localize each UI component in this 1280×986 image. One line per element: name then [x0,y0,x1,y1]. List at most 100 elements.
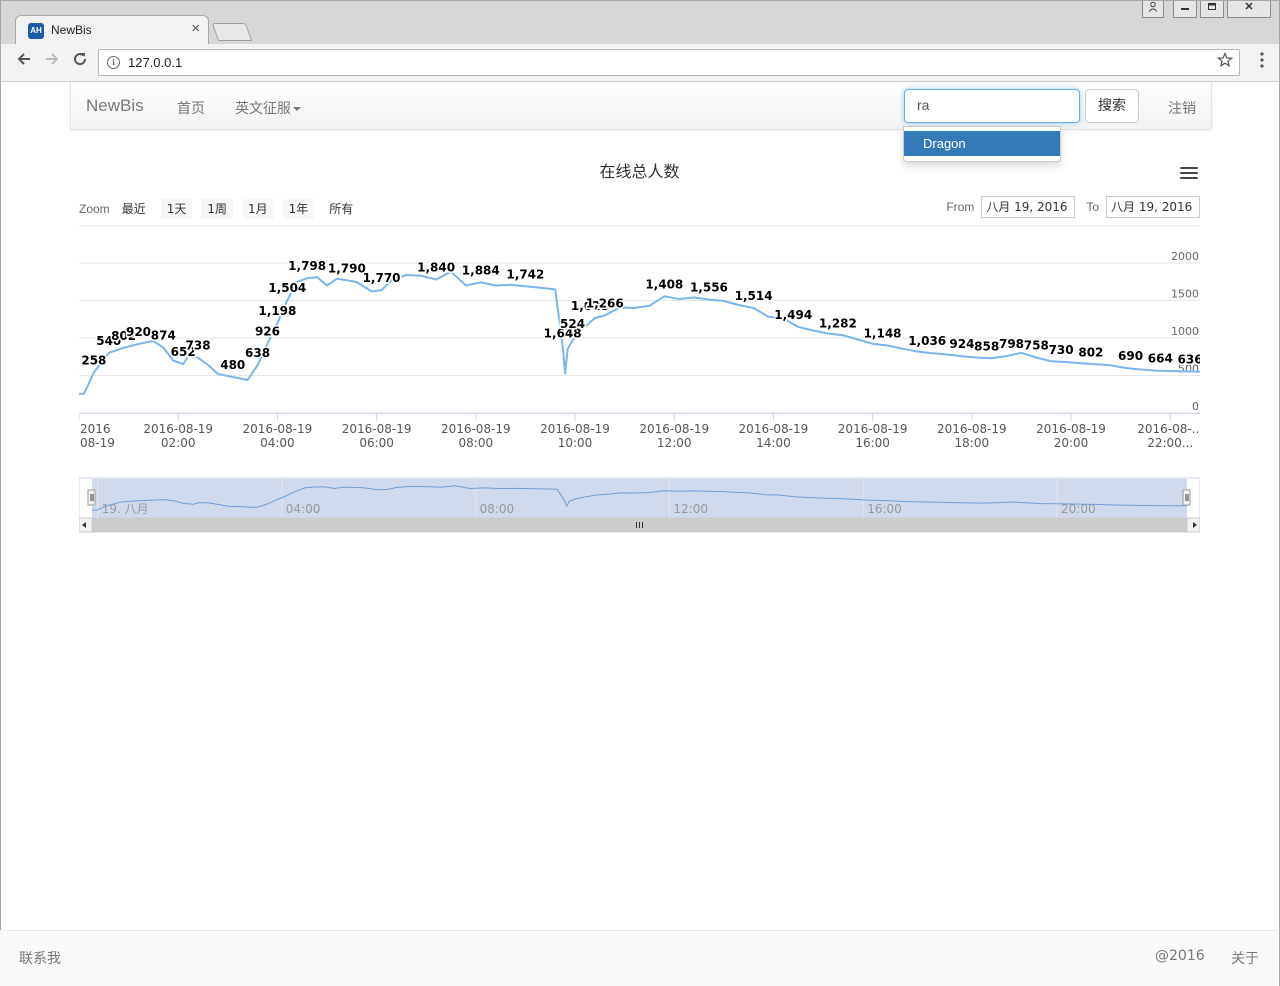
x-tick-label: 02:00 [161,436,196,450]
x-tick-label: 10:00 [558,436,593,450]
new-tab-button[interactable] [211,23,253,41]
data-label: 920 [126,325,151,339]
search-input[interactable]: ra [904,89,1080,123]
x-tick-label: 04:00 [260,436,295,450]
favicon-icon: AH [28,23,44,39]
navigator-label: 16:00 [867,502,902,516]
zoom-button-recent[interactable]: 最近 [115,199,152,219]
data-label: 730 [1049,343,1074,357]
footer-about-link[interactable]: 关于 [1231,948,1259,968]
user-profile-icon[interactable] [1142,1,1164,18]
browser-tab-strip: AH NewBis × [0,0,1280,45]
window-controls [1142,1,1271,18]
window-close-icon[interactable] [1227,1,1271,18]
x-tick-label: 2016-08-19 [1036,422,1106,436]
data-label: 1,504 [268,281,306,295]
data-label: 1,556 [690,280,728,294]
x-tick-label: 20:00 [1054,436,1089,450]
autocomplete-item[interactable]: Dragon [904,131,1060,156]
x-tick-label: 2016-08-19 [342,422,412,436]
to-label: To [1086,200,1099,214]
data-label: 798 [999,337,1024,351]
navigator-label: 12:00 [673,502,708,516]
data-label: 1,798 [288,259,326,273]
zoom-button-all[interactable]: 所有 [323,199,360,219]
info-icon[interactable]: i [107,56,120,69]
browser-toolbar: i 127.0.0.1 [0,44,1280,82]
minimize-icon[interactable] [1173,1,1197,18]
data-label: 1,514 [735,289,773,303]
x-tick-label: 2016-08-19 [441,422,511,436]
x-tick-label: 08-19 [80,436,115,450]
data-label: 758 [1024,339,1049,353]
y-tick-label: 0 [1192,400,1199,413]
nav-english-label: 英文征服 [235,101,291,117]
line-chart[interactable]: 0500100015002000201608-192016-08-1902:00… [79,225,1200,540]
data-label: 480 [220,358,245,372]
navigator-label: 19. 八月 [102,502,149,516]
search-button[interactable]: 搜索 [1085,89,1139,123]
data-label: 1,148 [864,327,902,341]
data-label: 1,036 [908,334,946,348]
x-tick-label: 06:00 [359,436,394,450]
x-tick-label: 12:00 [657,436,692,450]
zoom-label: Zoom [79,202,110,216]
zoom-button-1w[interactable]: 1周 [201,199,233,219]
x-tick-label: 14:00 [756,436,791,450]
x-tick-label: 08:00 [459,436,494,450]
data-label: 1,266 [586,297,624,311]
zoom-button-1y[interactable]: 1年 [282,199,315,219]
restore-icon[interactable] [1200,1,1224,18]
nav-home[interactable]: 首页 [177,98,205,118]
data-label: 1,790 [328,261,366,275]
data-label: 1,770 [363,271,401,285]
y-tick-label: 2000 [1171,250,1199,263]
data-label: 690 [1118,349,1143,363]
zoom-button-1d[interactable]: 1天 [160,199,193,219]
from-date-input[interactable]: 八月 19, 2016 [981,196,1076,218]
y-tick-label: 1500 [1171,288,1199,301]
to-date-input[interactable]: 八月 19, 2016 [1106,196,1200,218]
page-footer: 联系我 @2016 关于 [0,930,1278,986]
navigator-selection [92,479,1187,518]
data-label: 1,198 [258,304,296,318]
x-tick-label: 2016-08-19 [838,422,908,436]
forward-icon[interactable] [41,50,63,72]
data-label: 738 [186,339,211,353]
brand-logo[interactable]: NewBis [86,96,144,116]
data-label: 924 [949,337,974,351]
reload-icon[interactable] [69,50,91,72]
data-label: 664 [1148,352,1173,366]
data-label: 524 [560,317,585,331]
navigator-label: 04:00 [286,502,321,516]
browser-menu-icon[interactable] [1259,52,1265,68]
data-label: 1,884 [462,263,500,277]
url-text[interactable]: 127.0.0.1 [128,55,182,70]
data-label: 858 [974,339,999,353]
back-icon[interactable] [13,50,35,72]
x-tick-label: 2016-08-... [1137,422,1200,436]
tab-close-icon[interactable]: × [191,20,200,37]
browser-tab[interactable]: AH NewBis × [15,15,209,45]
data-label: 1,742 [506,267,544,281]
x-tick-label: 2016-08-19 [540,422,610,436]
x-tick-label: 2016-08-19 [143,422,213,436]
data-label: 874 [151,328,176,342]
data-label: 636 [1178,352,1200,366]
x-tick-label: 2016-08-19 [639,422,709,436]
footer-contact-link[interactable]: 联系我 [19,948,61,968]
logout-link[interactable]: 注销 [1168,98,1196,118]
x-tick-label: 2016-08-19 [937,422,1007,436]
data-label: 1,282 [819,316,857,330]
data-label: 1,840 [417,261,455,275]
chart-menu-icon[interactable] [1180,167,1198,181]
nav-english-dropdown[interactable]: 英文征服 [235,98,301,118]
address-bar[interactable]: i 127.0.0.1 [98,49,1240,76]
bookmark-star-icon[interactable] [1216,51,1234,72]
zoom-selector: Zoom 最近 1天 1周 1月 1年 所有 [79,198,368,220]
x-tick-label: 16:00 [855,436,890,450]
x-tick-label: 2016 [80,422,111,436]
zoom-button-1m[interactable]: 1月 [241,199,274,219]
from-label: From [946,200,975,214]
data-label: 926 [255,325,280,339]
